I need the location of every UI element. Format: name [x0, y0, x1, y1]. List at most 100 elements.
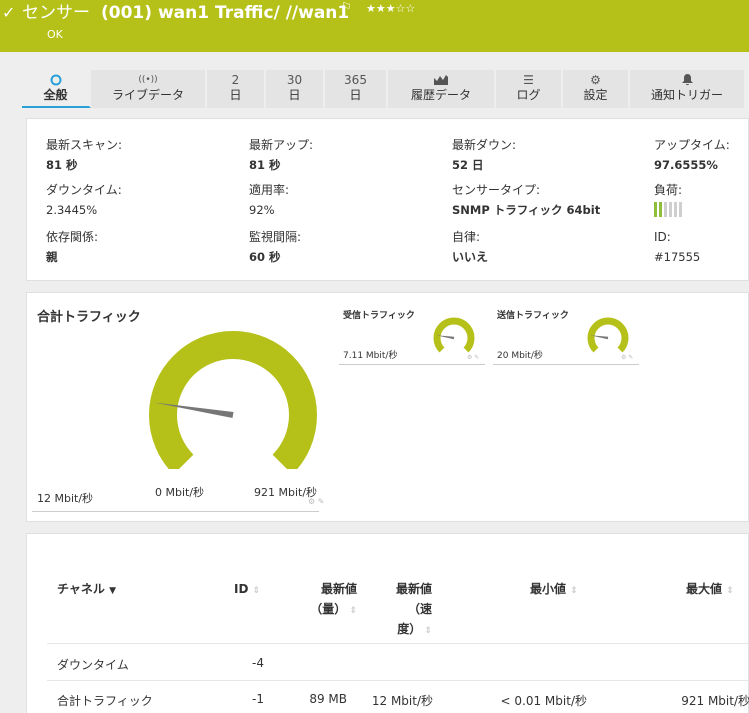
info-label: ID:	[654, 230, 671, 244]
info-label: 最新ダウン:	[452, 138, 517, 152]
overview-icon	[22, 70, 89, 87]
gauge-tools-icon[interactable]: ⚙ ✎	[308, 497, 324, 506]
tab-overview[interactable]: 全般	[22, 70, 91, 108]
tab-label: 日	[288, 88, 301, 102]
gauge-value-in: 7.11 Mbit/秒	[343, 351, 398, 361]
column-header-id[interactable]: ID ⇕	[234, 579, 260, 601]
load-bar-segment	[654, 202, 657, 217]
tab-2-days[interactable]: 2 日	[207, 70, 266, 108]
gauge-tools-icon[interactable]: ⚙ ✎	[467, 354, 479, 361]
info-label: 監視間隔:	[249, 230, 302, 244]
table-divider	[47, 680, 749, 681]
gauge-value-out: 20 Mbit/秒	[497, 351, 543, 361]
column-header-channel[interactable]: チャネル ▼	[57, 579, 116, 601]
tab-365-days[interactable]: 365 日	[325, 70, 388, 108]
column-header-label: （量）	[310, 602, 347, 616]
info-label: 最新スキャン:	[46, 138, 123, 152]
column-header-label: 最大値	[686, 582, 723, 596]
info-label: アップタイム:	[654, 138, 730, 152]
info-value: 81 秒	[249, 158, 281, 172]
load-bar-segment	[679, 202, 682, 217]
info-value: 52 日	[452, 158, 484, 172]
settings-icon: ⚙	[590, 73, 601, 87]
info-interval: 監視間隔: 60 秒	[249, 229, 301, 265]
tab-live-data[interactable]: ((•)) ライブデータ	[91, 70, 207, 108]
load-bar-segment	[659, 202, 662, 217]
info-value: いいえ	[452, 250, 489, 264]
info-label: 自律:	[452, 230, 481, 244]
channels-table-panel: チャネル ▼ ID ⇕ 最新値 （量） ⇕ 最新値 （速 度） ⇕ 最小値 ⇕ …	[26, 533, 749, 713]
info-id: ID: #17555	[654, 229, 700, 265]
column-header-max[interactable]: 最大値 ⇕	[686, 579, 734, 601]
info-label: 適用率:	[249, 183, 290, 197]
tab-label: 履歴データ	[410, 88, 471, 102]
column-header-min[interactable]: 最小値 ⇕	[530, 579, 578, 601]
info-label: ダウンタイム:	[46, 183, 122, 197]
info-sensor-type: センサータイプ: SNMP トラフィック 64bit	[452, 182, 600, 218]
gauges-panel: 合計トラフィック 12 Mbit/秒 0 Mbit/秒 921 Mbit/秒 ⚙…	[26, 292, 749, 522]
gauge-tools-icon[interactable]: ⚙ ✎	[621, 354, 633, 361]
info-uptime: アップタイム: 97.6555%	[654, 137, 730, 173]
column-header-last-volume[interactable]: 最新値 （量） ⇕	[297, 579, 357, 621]
info-value: SNMP トラフィック 64bit	[452, 203, 601, 217]
info-downtime: ダウンタイム: 2.3445%	[46, 182, 122, 218]
gauge-arc	[587, 317, 629, 353]
tab-label: ライブデータ	[111, 88, 184, 102]
sort-icon: ⇕	[421, 626, 432, 636]
column-header-last-speed[interactable]: 最新値 （速 度） ⇕	[382, 579, 432, 641]
gauge-title-out: 送信トラフィック	[497, 311, 569, 321]
info-last-up: 最新アップ: 81 秒	[249, 137, 313, 173]
status-text: OK	[47, 28, 63, 41]
column-header-label: ID	[234, 582, 249, 596]
sort-desc-icon: ▼	[109, 586, 116, 596]
info-label: 負荷:	[654, 183, 683, 197]
sensor-header: ✓ センサー (001) wan1 Traffic/ //wan1 ⚐ ★★★☆…	[0, 0, 749, 52]
tab-settings[interactable]: ⚙ 設定	[563, 70, 630, 108]
flag-icon[interactable]: ⚐	[341, 0, 352, 14]
sensor-title-prefix: センサー	[22, 3, 90, 23]
cell-id: -1	[252, 692, 264, 706]
cell-last-speed: 12 Mbit/秒	[371, 694, 433, 708]
total-traffic-gauge	[149, 331, 317, 469]
info-dependency: 依存関係: 親	[46, 229, 98, 265]
gauge-min-label: 0 Mbit/秒	[155, 486, 205, 499]
live-data-icon: ((•))	[138, 75, 158, 85]
gauge-value-total: 12 Mbit/秒	[37, 492, 94, 505]
tab-log[interactable]: ☰ ログ	[496, 70, 563, 108]
table-divider	[47, 643, 749, 644]
info-load: 負荷:	[654, 182, 682, 217]
bell-icon	[630, 70, 744, 87]
info-value: 81 秒	[46, 158, 78, 172]
info-value: #17555	[654, 250, 701, 264]
sensor-title: (001) wan1 Traffic/ //wan1	[101, 3, 350, 23]
priority-stars[interactable]: ★★★☆☆	[366, 2, 415, 15]
info-last-down: 最新ダウン: 52 日	[452, 137, 516, 173]
cell-channel[interactable]: ダウンタイム	[57, 656, 129, 673]
tab-30-days[interactable]: 30 日	[266, 70, 325, 108]
tab-history[interactable]: 履歴データ	[388, 70, 496, 108]
log-icon: ☰	[523, 73, 534, 87]
tab-bar: 全般 ((•)) ライブデータ 2 日 30 日 365 日 履歴データ ☰ ロ…	[22, 70, 749, 108]
divider	[339, 364, 485, 365]
sort-icon: ⇕	[570, 586, 578, 596]
tab-label: 全般	[43, 88, 68, 102]
column-header-label: 最新値	[395, 582, 432, 596]
column-header-label: 度）	[397, 622, 422, 636]
check-icon: ✓	[2, 3, 16, 22]
load-bar-indicator	[654, 202, 682, 217]
gauge-arc	[433, 317, 475, 353]
tab-number: 30	[286, 73, 303, 87]
tab-notification-triggers[interactable]: 通知トリガー	[630, 70, 746, 108]
info-value: 2.3445%	[46, 203, 98, 217]
divider	[493, 364, 639, 365]
info-value: 60 秒	[249, 250, 281, 264]
column-header-label: （速	[407, 602, 432, 616]
info-value: 92%	[249, 203, 275, 217]
info-coverage: 適用率: 92%	[249, 182, 289, 218]
cell-last-volume: 89 MB	[309, 692, 347, 706]
history-chart-icon	[388, 70, 494, 87]
load-bar-segment	[669, 202, 672, 217]
column-header-label: チャネル	[57, 582, 105, 596]
cell-channel[interactable]: 合計トラフィック	[57, 692, 153, 709]
info-autonomous: 自律: いいえ	[452, 229, 488, 265]
